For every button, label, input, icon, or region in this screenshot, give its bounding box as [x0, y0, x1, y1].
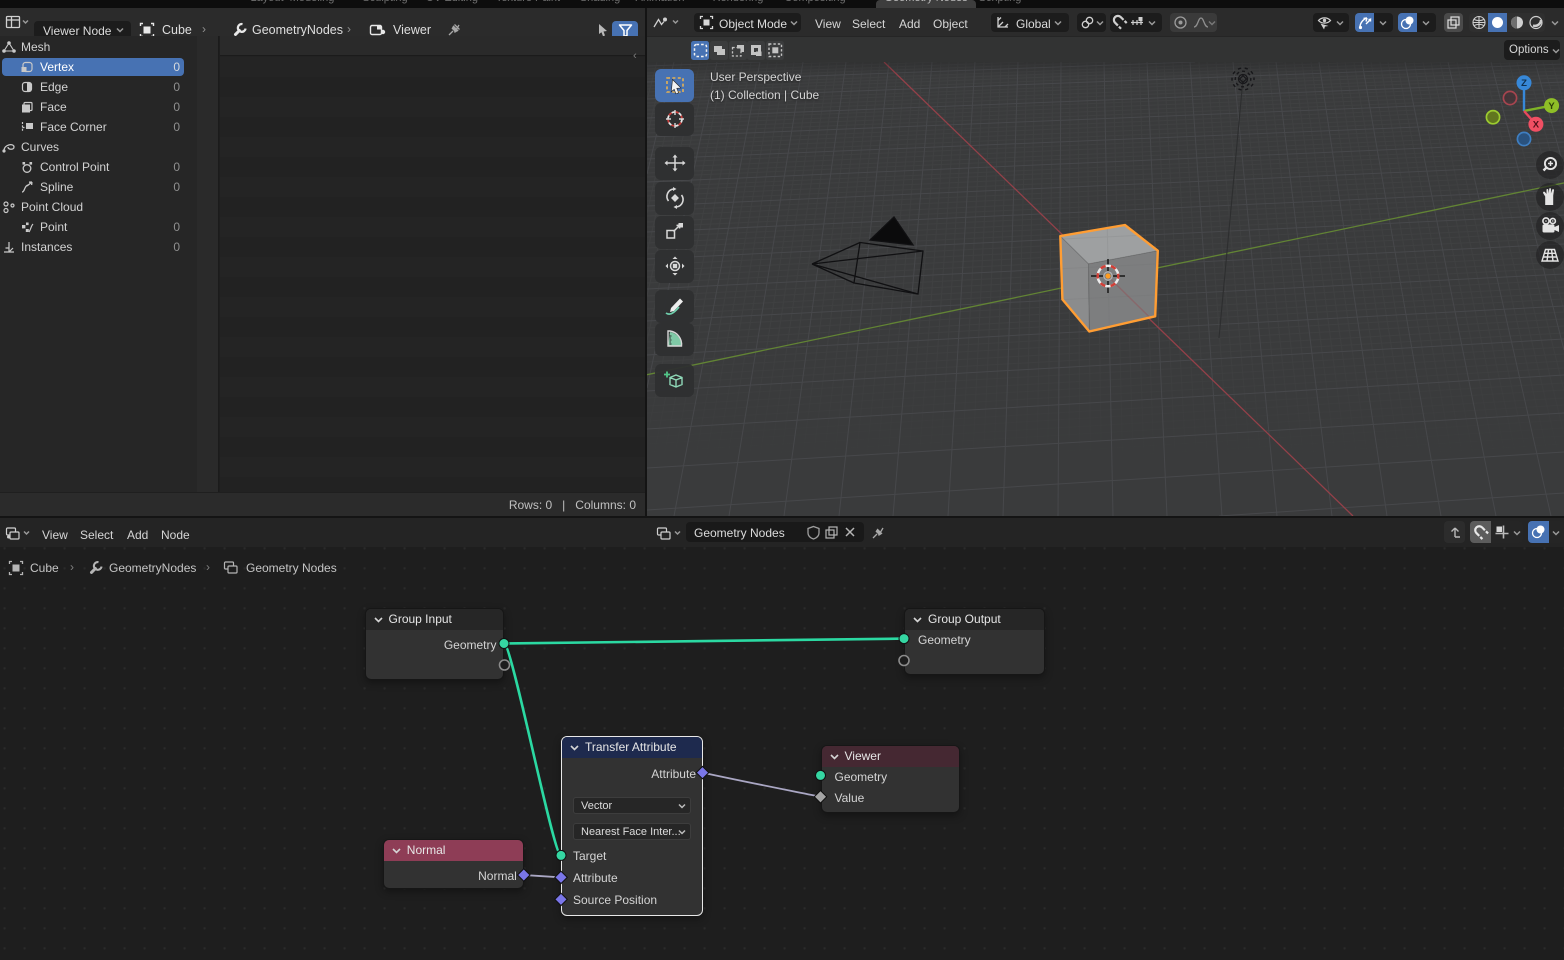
svg-text:Y: Y	[1548, 101, 1555, 112]
svg-text:X: X	[1533, 120, 1540, 131]
svg-text:Z: Z	[1521, 78, 1527, 89]
